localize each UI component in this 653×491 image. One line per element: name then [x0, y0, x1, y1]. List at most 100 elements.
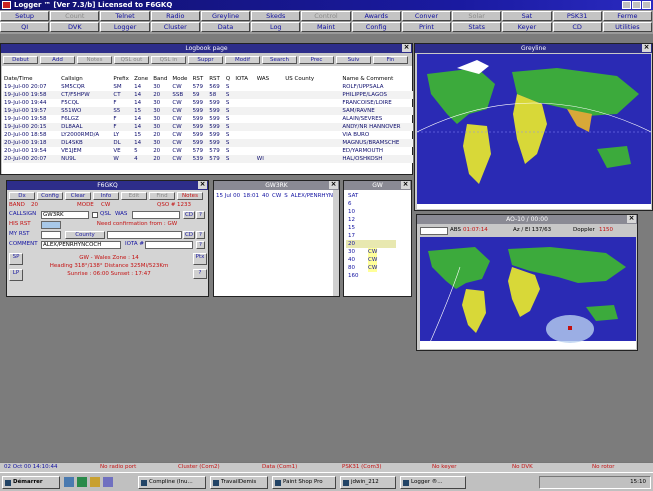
callsign-field[interactable]: GW3RK: [41, 211, 89, 219]
qso-notes-button[interactable]: Notes: [177, 192, 203, 200]
column-header[interactable]: IOTA: [234, 75, 255, 83]
toolbar-control-button[interactable]: Control: [301, 11, 351, 21]
log-row[interactable]: 20-Jul-00 20:07 NU9L W 4 20 CW 539 579 S WI HAL/OS…: [3, 155, 413, 163]
band-row[interactable]: 20: [346, 240, 396, 248]
toolbar-print-button[interactable]: Print: [401, 22, 452, 32]
logbook-suppr-button[interactable]: Suppr: [188, 56, 223, 64]
column-header[interactable]: US County: [284, 75, 341, 83]
band-row[interactable]: 17: [346, 232, 396, 240]
log-row[interactable]: 20-Jul-00 18:58 LY2000RMD/A LY 15 20 CW 599 599…: [3, 131, 413, 139]
toolbar-qi-button[interactable]: QI: [0, 22, 50, 32]
county-field[interactable]: [107, 231, 182, 239]
toolbar-greyline-button[interactable]: Greyline: [200, 11, 251, 21]
toolbar-sat-button[interactable]: Sat: [502, 11, 552, 21]
satellite-close-button[interactable]: ×: [627, 215, 636, 223]
logbook-prec-button[interactable]: Prec: [299, 56, 334, 64]
toolbar-psk31-button[interactable]: PSK31: [552, 11, 602, 21]
toolbar-awards-button[interactable]: Awards: [351, 11, 401, 21]
toolbar-skeds-button[interactable]: Skeds: [251, 11, 301, 21]
band-row[interactable]: 30 CW: [346, 248, 396, 256]
band-row[interactable]: 15: [346, 224, 396, 232]
toolbar-cd-button[interactable]: CD: [552, 22, 602, 32]
band-row[interactable]: 10: [346, 208, 396, 216]
previous-qso-close-button[interactable]: ×: [329, 181, 338, 189]
previous-qso-scrollbar[interactable]: [333, 190, 339, 296]
band-row[interactable]: SAT: [346, 192, 396, 200]
toolbar-logger-button[interactable]: Logger: [100, 22, 150, 32]
app-menu-icon[interactable]: [2, 1, 11, 9]
logbook-qsl-out-button[interactable]: QSL out: [114, 56, 149, 64]
toolbar-ferme-button[interactable]: Ferme: [602, 11, 652, 21]
iota-help-button[interactable]: ?: [196, 241, 205, 249]
taskbar-task-button[interactable]: jdwin_212: [340, 476, 396, 489]
column-header[interactable]: Zone: [133, 75, 152, 83]
qso-find-button[interactable]: Find: [149, 192, 175, 200]
toolbar-cluster-button[interactable]: Cluster: [150, 22, 200, 32]
column-header[interactable]: Name & Comment: [341, 75, 413, 83]
logbook-fin-button[interactable]: Fin: [373, 56, 408, 64]
band-row[interactable]: 12: [346, 216, 396, 224]
qso-info-button[interactable]: Info: [93, 192, 119, 200]
qso-config-button[interactable]: Config: [37, 192, 63, 200]
qso-clear-button[interactable]: Clear: [65, 192, 91, 200]
column-header[interactable]: Band: [152, 75, 171, 83]
column-header[interactable]: RST: [192, 75, 209, 83]
column-header[interactable]: Mode: [171, 75, 191, 83]
toolbar-config-button[interactable]: Config: [351, 22, 401, 32]
previous-qso-row[interactable]: 15 Jul 00 18:01 40 CW S ALEX/PENRHYNCOCH: [216, 193, 338, 201]
ptx-button[interactable]: Ptx: [193, 253, 207, 265]
taskbar-task-button[interactable]: Logger ®...: [400, 476, 466, 489]
qso-dx-button[interactable]: Dx: [9, 192, 35, 200]
maximize-button[interactable]: [632, 1, 641, 9]
toolbar-conver-button[interactable]: Conver: [401, 11, 452, 21]
county-button[interactable]: County: [65, 231, 105, 239]
qso-close-button[interactable]: ×: [198, 181, 207, 189]
log-row[interactable]: 19-Jul-00 19:44 F5CQL F 14 30 CW 599 599 S FRANCO…: [3, 99, 413, 107]
his-rst-field[interactable]: [41, 221, 61, 229]
logbook-search-button[interactable]: Search: [262, 56, 297, 64]
logbook-qsl-in-button[interactable]: QSL in: [151, 56, 186, 64]
band-row[interactable]: 80 CW: [346, 264, 396, 272]
short-path-button[interactable]: SP: [9, 253, 23, 265]
log-row[interactable]: 20-Jul-00 19:54 VE1JEM VE 5 20 CW 579 579 S ED/YA…: [3, 147, 413, 155]
lookup-button[interactable]: CD: [183, 211, 195, 219]
log-row[interactable]: 20-Jul-00 19:18 DL4SKB DL 14 30 CW 599 599 S MAGN…: [3, 139, 413, 147]
logbook-notes-button[interactable]: Notes: [77, 56, 112, 64]
toolbar-radio-button[interactable]: Radio: [150, 11, 200, 21]
toolbar-utilities-button[interactable]: Utilities: [602, 22, 652, 32]
toolbar-count-button[interactable]: Count: [50, 11, 100, 21]
ptx-help-button[interactable]: ?: [193, 269, 207, 279]
log-row[interactable]: 19-Jul-00 19:58 CT/F5HPW CT 14 20 SSB 59 58 S PHI…: [3, 91, 413, 99]
logbook-suiv-button[interactable]: Suiv: [336, 56, 371, 64]
logbook-add-button[interactable]: Add: [40, 56, 75, 64]
taskbar-task-button[interactable]: Paint Shop Pro: [272, 476, 336, 489]
band-row[interactable]: 160: [346, 272, 396, 280]
toolbar-keyer-button[interactable]: Keyer: [502, 22, 552, 32]
greyline-close-button[interactable]: ×: [642, 44, 651, 52]
logbook-modif-button[interactable]: Modif: [225, 56, 260, 64]
toolbar-maint-button[interactable]: Maint: [301, 22, 351, 32]
taskbar-task-button[interactable]: TravailDemis: [210, 476, 268, 489]
was-field[interactable]: [132, 211, 180, 219]
logbook-close-button[interactable]: ×: [402, 44, 411, 52]
comment-field[interactable]: ALEX/PENRHYNCOCH: [41, 241, 121, 249]
log-row[interactable]: 19-Jul-00 20:07 SM5CQR SM 14 30 CW 579 569 S ROLF…: [3, 83, 413, 91]
satellite-select[interactable]: [420, 227, 448, 235]
toolbar-dvk-button[interactable]: DVK: [50, 22, 100, 32]
toolbar-data-button[interactable]: Data: [200, 22, 251, 32]
outlook-icon[interactable]: [90, 477, 100, 487]
my-rst-field[interactable]: [41, 231, 61, 239]
log-row[interactable]: 19-Jul-00 20:15 DL8AAL F 14 30 CW 599 599 S ANDY/…: [3, 123, 413, 131]
band-row[interactable]: 6: [346, 200, 396, 208]
band-status-close-button[interactable]: ×: [401, 181, 410, 189]
toolbar-solar-button[interactable]: Solar: [452, 11, 502, 21]
column-header[interactable]: Prefix: [112, 75, 133, 83]
qsl-checkbox[interactable]: [92, 212, 98, 218]
qso-edit-button[interactable]: Edit: [121, 192, 147, 200]
iota-field[interactable]: [145, 241, 193, 249]
band-row[interactable]: 40 CW: [346, 256, 396, 264]
help-button[interactable]: ?: [196, 211, 205, 219]
start-button[interactable]: Démarrer: [2, 476, 60, 489]
column-header[interactable]: Callsign: [60, 75, 112, 83]
log-row[interactable]: 19-Jul-00 19:57 S51WO S5 15 30 CW 599 599 S SAM/R…: [3, 107, 413, 115]
